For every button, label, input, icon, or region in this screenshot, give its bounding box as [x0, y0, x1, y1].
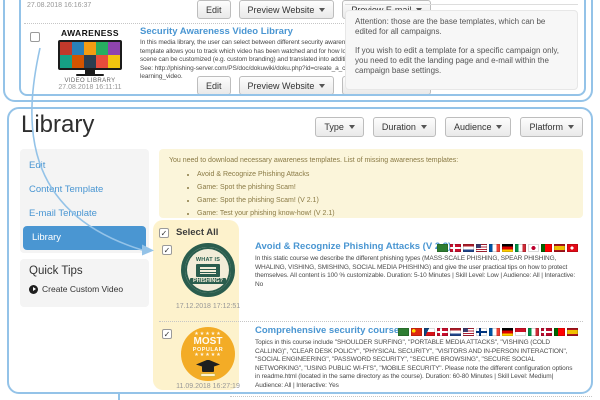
- country-flag-icon: [515, 328, 526, 336]
- country-flag-icon: [554, 244, 565, 252]
- select-all-label: Select All: [176, 227, 218, 238]
- course-description: In this static course we describe the di…: [255, 255, 578, 289]
- row-divider: [159, 321, 583, 322]
- course-title-link[interactable]: Avoid & Recognize Phishing Attacks (V 2.…: [255, 241, 451, 252]
- country-flag-icon: [450, 328, 461, 336]
- alert-intro: You need to download necessary awareness…: [159, 149, 583, 166]
- quick-tips-title: Quick Tips: [29, 265, 149, 277]
- course-language-flags: [396, 328, 578, 336]
- edit-button[interactable]: Edit: [197, 76, 231, 95]
- caret-down-icon: [568, 125, 574, 129]
- quick-tips-panel: Quick Tips Create Custom Video: [20, 259, 149, 307]
- course-checkbox[interactable]: [162, 329, 172, 339]
- preview-website-button[interactable]: Preview Website: [239, 0, 335, 19]
- row-divider: [230, 396, 592, 397]
- caret-down-icon: [421, 125, 427, 129]
- sidebar-item-content-template[interactable]: Content Template: [20, 178, 149, 202]
- missing-templates-alert: You need to download necessary awareness…: [159, 149, 583, 218]
- course-date: 17.12.2018 17:12:51: [168, 303, 248, 310]
- country-flag-icon: [437, 328, 448, 336]
- missing-template-item: Game: Spot the phishing Scam! (V 2.1): [197, 194, 583, 207]
- country-flag-icon: [463, 328, 474, 336]
- course-checkbox[interactable]: [162, 245, 172, 255]
- filter-type-button[interactable]: Type: [315, 117, 364, 137]
- caret-down-icon: [496, 125, 502, 129]
- filter-duration-button[interactable]: Duration: [373, 117, 436, 137]
- country-flag-icon: [450, 244, 461, 252]
- missing-template-item: Avoid & Recognize Phishing Attacks: [197, 168, 583, 181]
- country-flag-icon: [567, 328, 578, 336]
- caret-down-icon: [319, 84, 325, 88]
- annotation-tick: [118, 393, 120, 400]
- course-description: Topics in this course include "SHOULDER …: [255, 339, 578, 390]
- sidebar-nav: Edit Content Template E-mail Template Li…: [20, 149, 149, 253]
- country-flag-icon: [424, 328, 435, 336]
- phishing-monitor-graphic: [196, 264, 220, 277]
- select-all-checkbox[interactable]: [159, 228, 169, 238]
- page-title: Library: [21, 110, 94, 140]
- sidebar-item-email-template[interactable]: E-mail Template: [20, 202, 149, 226]
- app-screen: 27.08.2018 16:16:37 Edit Preview Website…: [0, 0, 600, 400]
- filter-audience-button[interactable]: Audience: [445, 117, 512, 137]
- course-date: 11.09.2018 16:27:19: [168, 383, 248, 390]
- info-paragraph: If you wish to edit a template for a spe…: [355, 46, 568, 76]
- base-template-info-box: Attention: those are the base templates,…: [345, 10, 578, 90]
- diploma-icon: [200, 373, 216, 377]
- country-flag-icon: [502, 244, 513, 252]
- video-library-thumbnail: AWARENESS VIDEO LIBRARY: [44, 28, 136, 84]
- country-flag-icon: [463, 244, 474, 252]
- course-language-flags: [435, 244, 578, 252]
- country-flag-icon: [398, 328, 409, 336]
- course-title-link[interactable]: Comprehensive security course: [255, 325, 399, 336]
- missing-templates-list: Avoid & Recognize Phishing AttacksGame: …: [197, 168, 583, 220]
- country-flag-icon: [489, 244, 500, 252]
- filter-buttons: Type Duration Audience Platform: [315, 117, 583, 137]
- caret-down-icon: [349, 125, 355, 129]
- country-flag-icon: [489, 328, 500, 336]
- template-date: 27.08.2018 16:16:37: [27, 2, 91, 9]
- country-flag-icon: [476, 244, 487, 252]
- country-flag-icon: [567, 244, 578, 252]
- sidebar-item-library[interactable]: Library: [23, 226, 146, 250]
- country-flag-icon: [528, 244, 539, 252]
- video-icon: [29, 285, 38, 294]
- country-flag-icon: [476, 328, 487, 336]
- country-flag-icon: [528, 328, 539, 336]
- country-flag-icon: [541, 328, 552, 336]
- preview-website-button[interactable]: Preview Website: [239, 76, 335, 95]
- video-library-date: 27.08.2018 16:11:11: [44, 84, 136, 91]
- create-custom-video-link[interactable]: Create Custom Video: [29, 284, 149, 294]
- what-is-phishing-badge: WHAT IS PHISHING?: [181, 243, 235, 297]
- country-flag-icon: [411, 328, 422, 336]
- country-flag-icon: [502, 328, 513, 336]
- country-flag-icon: [554, 328, 565, 336]
- most-popular-badge: ★★★★★ MOST POPULAR ★★★★★: [181, 327, 235, 381]
- sidebar-item-edit[interactable]: Edit: [20, 154, 149, 178]
- info-divider: [345, 4, 578, 5]
- country-flag-icon: [515, 244, 526, 252]
- video-library-title-link[interactable]: Security Awareness Video Library: [140, 26, 293, 37]
- filter-platform-button[interactable]: Platform: [520, 117, 583, 137]
- country-flag-icon: [437, 244, 448, 252]
- graduation-cap-icon: [196, 360, 220, 369]
- video-monitor-graphic: [58, 40, 122, 70]
- caret-down-icon: [319, 8, 325, 12]
- video-library-checkbox[interactable]: [30, 32, 40, 42]
- country-flag-icon: [541, 244, 552, 252]
- missing-template-item: Game: Spot the phishing Scam!: [197, 181, 583, 194]
- edit-button[interactable]: Edit: [197, 0, 231, 19]
- missing-template-item: Game: Test your phishing know-how! (V 2.…: [197, 207, 583, 220]
- info-paragraph: Attention: those are the base templates,…: [355, 17, 568, 37]
